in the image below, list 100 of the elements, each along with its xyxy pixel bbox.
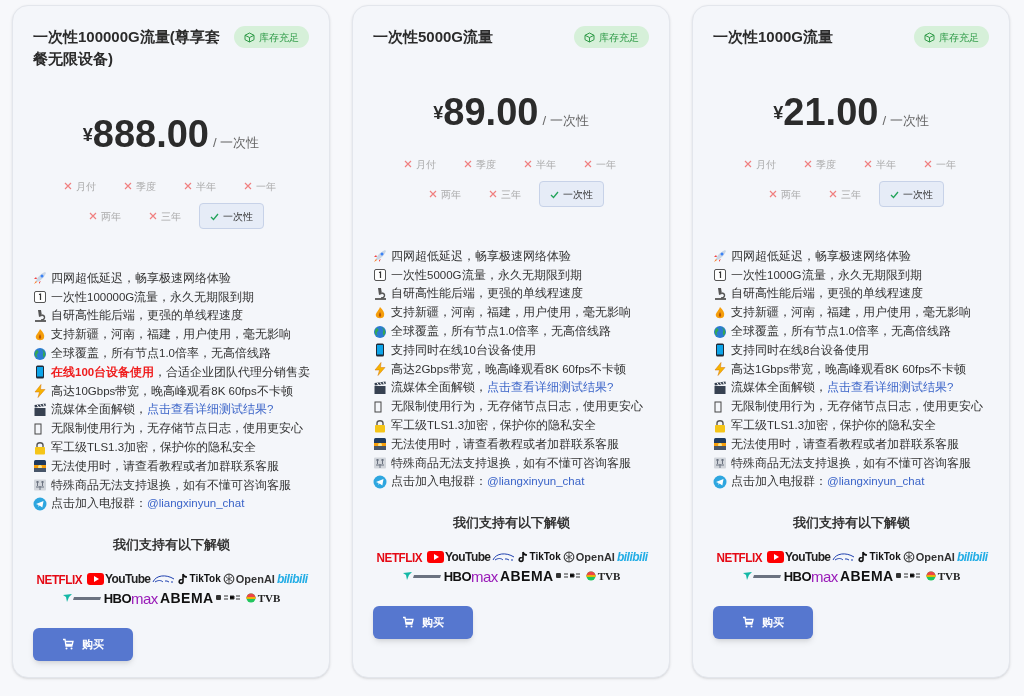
billing-cycle-option[interactable]: 一次性: [878, 181, 944, 207]
billing-cycle-option[interactable]: 月付: [394, 151, 448, 177]
stripe-ball-icon: [925, 571, 936, 582]
sunset-icon: [33, 459, 47, 474]
link[interactable]: 点击查看详细测试结果?: [147, 403, 274, 416]
cross-icon: [124, 182, 132, 190]
buy-button[interactable]: 购买: [713, 605, 813, 639]
billing-cycle-option[interactable]: 半年: [854, 151, 908, 177]
cube-icon: [924, 31, 935, 43]
brand-logo: OpenAI: [902, 551, 955, 564]
link[interactable]: @liangxinyun_chat: [487, 475, 585, 488]
billing-cycle-option[interactable]: 三年: [478, 181, 533, 207]
lightning-icon: [713, 362, 727, 377]
cube-icon: [244, 31, 255, 43]
flame-icon: [713, 305, 727, 320]
feature-text: 军工级TLS1.3加密，保护你的隐私安全: [51, 439, 257, 455]
knot-icon: [222, 573, 235, 586]
billing-cycle-option[interactable]: 月付: [734, 151, 788, 177]
brand-logo: YouTube: [87, 573, 151, 586]
stripe-ball-icon: [585, 571, 596, 582]
billing-cycle-option[interactable]: 三年: [138, 203, 193, 229]
price-period: / 一次性: [213, 133, 260, 152]
check-icon: [209, 211, 219, 221]
link[interactable]: 点击查看详细测试结果?: [487, 381, 614, 394]
brand-logo: bilibili: [616, 551, 648, 564]
cross-icon: [864, 160, 872, 168]
section-heading: 我们支持有以下解锁: [451, 514, 571, 533]
feature-text: 支持新疆，河南，福建，用户使用，毫无影响: [51, 327, 291, 343]
cube-icon: [584, 31, 595, 43]
billing-cycle-option[interactable]: 两年: [78, 203, 133, 229]
microscope-icon: [713, 287, 727, 301]
cross-icon: [524, 160, 532, 168]
music-note-icon: [178, 573, 189, 586]
feature-text: 无法使用时，请查看教程或者加群联系客服: [51, 458, 279, 474]
billing-cycle-option[interactable]: 季度: [454, 151, 508, 177]
billing-cycle-option[interactable]: 月付: [54, 173, 108, 199]
brand-logo: bilibili: [956, 551, 988, 564]
feature-text: 军工级TLS1.3加密，保护你的隐私安全: [731, 417, 937, 433]
stock-badge: 库存充足: [574, 26, 649, 48]
brand-logo: TikTok: [858, 551, 901, 564]
feature-text: 一次性1000G流量，永久无期限到期: [731, 267, 922, 283]
billing-cycle-option[interactable]: 一次性: [538, 181, 604, 207]
brand-logo: OpenAI: [562, 551, 615, 564]
billing-cycle-option[interactable]: 半年: [174, 173, 228, 199]
section-heading: 我们支持有以下解锁: [791, 514, 911, 533]
microscope-icon: [373, 287, 387, 301]
rocket-icon: [373, 249, 387, 264]
cross-icon: [488, 190, 497, 198]
sunset-icon: [713, 437, 727, 452]
cross-icon: [244, 182, 252, 190]
brand-logo: ABEMA: [839, 569, 894, 584]
cart-icon: [742, 616, 754, 629]
brand-logo: HBOmax: [783, 568, 838, 584]
stripe-ball-icon: [245, 593, 256, 604]
feature-text: 全球覆盖，所有节点1.0倍率，无高倍线路: [731, 323, 951, 339]
rocket-icon: [33, 271, 47, 286]
brand-logo: NETFLIX: [376, 550, 423, 564]
telegram-icon: [713, 474, 727, 489]
feature-text: 点击加入电报群：@liangxinyun_chat: [391, 474, 585, 490]
feature-text: 自研高性能后端，更强的单线程速度: [731, 286, 923, 302]
globe-icon: [33, 346, 47, 361]
cross-icon: [828, 190, 837, 198]
feature-text: 无限制使用行为，无存储节点日志，使用更安心: [51, 421, 303, 437]
link[interactable]: @liangxinyun_chat: [827, 475, 925, 488]
feature-text: 支持新疆，河南，福建，用户使用，毫无影响: [731, 305, 971, 321]
buy-button[interactable]: 购买: [33, 627, 133, 661]
feature-text: 支持同时在线10台设备使用: [391, 342, 536, 358]
microscope-icon: [33, 309, 47, 323]
cross-icon: [584, 160, 592, 168]
billing-cycle-option[interactable]: 季度: [794, 151, 848, 177]
phone-icon: [373, 343, 387, 358]
feature-text: 流媒体全面解锁，点击查看详细测试结果?: [51, 402, 274, 418]
billing-cycle-option[interactable]: 半年: [514, 151, 568, 177]
brand-logo: NETFLIX: [36, 572, 83, 586]
plan-title: 一次性100000G流量(尊享套餐无限设备): [33, 27, 221, 69]
brand-logo: YouTube: [767, 551, 831, 564]
kanji-sign-icon: [373, 456, 387, 471]
music-note-icon: [858, 551, 869, 564]
billing-cycle-option[interactable]: 两年: [418, 181, 473, 207]
feature-text: 四网超低延迟，畅享极速网络体验: [731, 248, 911, 264]
feature-text: 无限制使用行为，无存储节点日志，使用更安心: [731, 399, 983, 415]
rocket-icon: [713, 249, 727, 264]
kanji-sign-icon: [713, 456, 727, 471]
billing-cycle-option[interactable]: 三年: [818, 181, 873, 207]
billing-cycle-option[interactable]: 一次性: [198, 203, 264, 229]
music-note-icon: [518, 551, 529, 564]
knot-icon: [562, 551, 575, 564]
billing-cycle-option[interactable]: 两年: [758, 181, 813, 207]
cross-icon: [428, 190, 437, 198]
billing-cycle-option[interactable]: 季度: [114, 173, 168, 199]
brand-logo: OpenAI: [222, 573, 275, 586]
buy-button[interactable]: 购买: [373, 605, 473, 639]
link[interactable]: @liangxinyun_chat: [147, 497, 245, 510]
feature-text: 点击加入电报群：@liangxinyun_chat: [51, 496, 245, 512]
play-icon: [87, 573, 105, 586]
price-period: / 一次性: [542, 111, 589, 130]
feature-text: 特殊商品无法支持退换，如有不懂可咨询客服: [731, 455, 971, 471]
lock-icon: [373, 418, 387, 433]
link[interactable]: 点击查看详细测试结果?: [827, 381, 954, 394]
feature-text: 一次性100000G流量，永久无期限到期: [51, 289, 255, 305]
